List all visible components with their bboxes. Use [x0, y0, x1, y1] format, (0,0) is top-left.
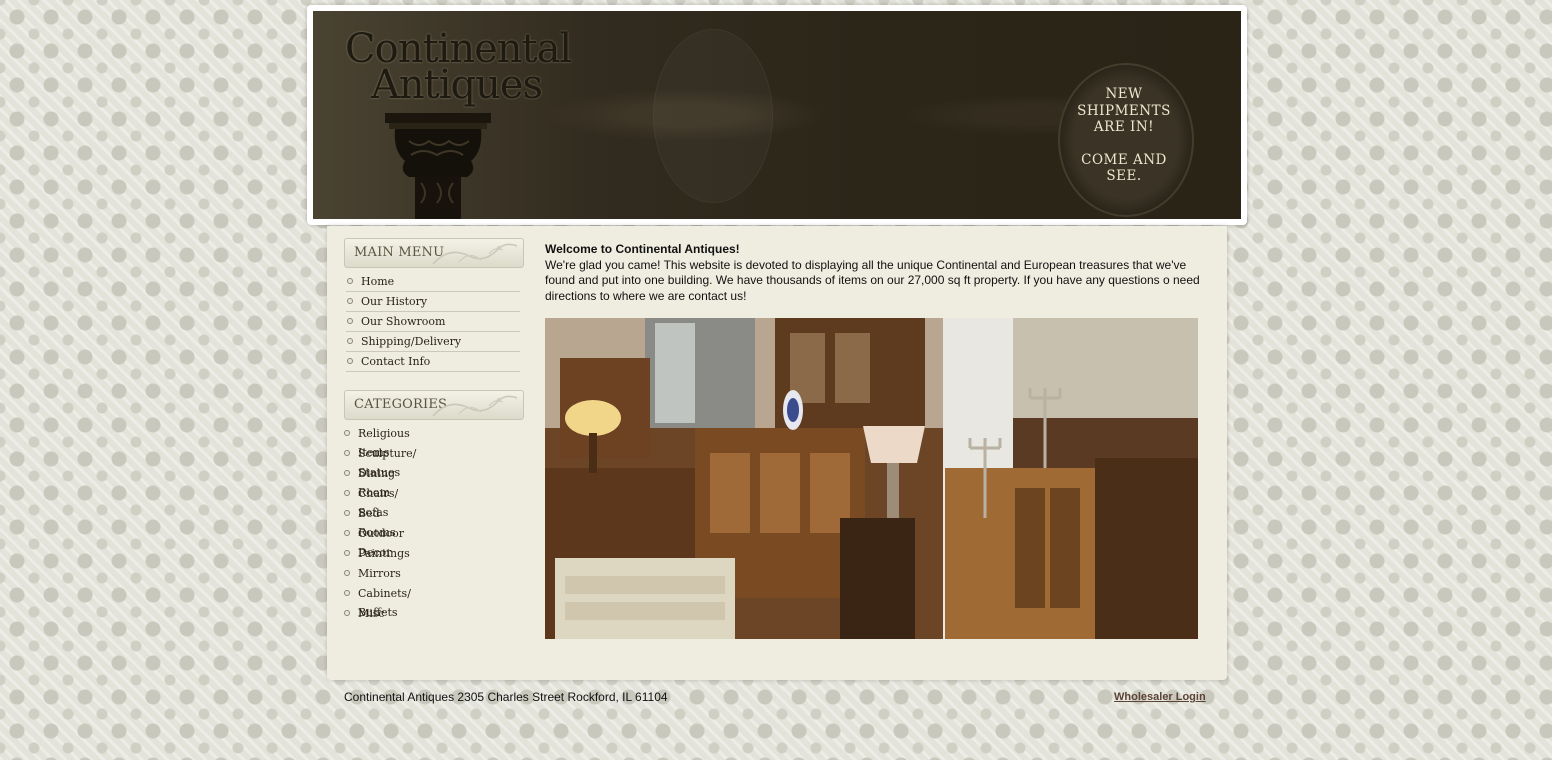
- main-menu-item-shipping-delivery[interactable]: Shipping/Delivery: [346, 332, 520, 352]
- bullet-icon: [347, 278, 353, 284]
- categories-header: CATEGORIES: [344, 390, 524, 420]
- main-menu-item-label: Contact Info: [361, 355, 431, 368]
- content-panel: MAIN MENU Home Our History Our Showroom …: [327, 226, 1227, 680]
- logo-line-2: Antiques: [371, 62, 543, 108]
- bullet-icon: [344, 530, 350, 536]
- promo-line: COME AND: [1081, 151, 1167, 168]
- header-banner: Continental Antiques NEW SHIPMENTS ARE I…: [313, 11, 1241, 219]
- showroom-photo: [545, 318, 1198, 639]
- pedestal-image: [385, 113, 491, 219]
- bullet-icon: [344, 550, 350, 556]
- bullet-icon: [344, 450, 350, 456]
- bullet-icon: [344, 610, 350, 616]
- bullet-icon: [344, 430, 350, 436]
- bullet-icon: [347, 298, 353, 304]
- main-menu-item-label: Shipping/Delivery: [361, 335, 462, 348]
- bullet-icon: [344, 590, 350, 596]
- category-label: Paintings: [358, 547, 410, 560]
- site-logo[interactable]: Continental Antiques: [345, 29, 572, 108]
- main-menu-item-label: Home: [361, 275, 395, 288]
- footer-address: Continental Antiques 2305 Charles Street…: [344, 690, 668, 704]
- promo-line: SEE.: [1106, 168, 1142, 184]
- main-menu-item-label: Our Showroom: [361, 315, 446, 328]
- bullet-icon: [344, 490, 350, 496]
- bullet-icon: [344, 470, 350, 476]
- welcome-section: Welcome to Continental Antiques! We're g…: [545, 242, 1201, 304]
- main-menu-item-label: Our History: [361, 295, 428, 308]
- main-menu-item-home[interactable]: Home: [346, 272, 520, 292]
- welcome-body: We're glad you came! This website is dev…: [545, 257, 1200, 303]
- promo-line: ARE IN!: [1093, 119, 1155, 135]
- main-menu-item-our-showroom[interactable]: Our Showroom: [346, 312, 520, 332]
- bullet-icon: [347, 358, 353, 364]
- bullet-icon: [344, 510, 350, 516]
- wholesaler-login-link[interactable]: Wholesaler Login: [1114, 691, 1206, 703]
- swirl-ornament-icon: [432, 243, 518, 265]
- category-label: Misc: [358, 607, 385, 620]
- welcome-title: Welcome to Continental Antiques!: [545, 242, 740, 256]
- promo-text: NEW SHIPMENTS ARE IN! COME AND SEE.: [1068, 86, 1180, 185]
- bullet-icon: [344, 570, 350, 576]
- main-menu-item-contact-info[interactable]: Contact Info: [346, 352, 520, 372]
- promo-line: SHIPMENTS: [1077, 102, 1171, 119]
- promo-spacer: [1068, 136, 1180, 152]
- banner-ornament: [653, 29, 773, 203]
- bullet-icon: [347, 338, 353, 344]
- main-menu-item-our-history[interactable]: Our History: [346, 292, 520, 312]
- header-frame: Continental Antiques NEW SHIPMENTS ARE I…: [307, 5, 1247, 225]
- promo-line: NEW: [1105, 86, 1143, 102]
- main-menu-list: Home Our History Our Showroom Shipping/D…: [346, 272, 520, 372]
- swirl-ornament-icon: [432, 395, 518, 417]
- bullet-icon: [347, 318, 353, 324]
- category-label: Mirrors: [358, 567, 401, 580]
- main-menu-header: MAIN MENU: [344, 238, 524, 268]
